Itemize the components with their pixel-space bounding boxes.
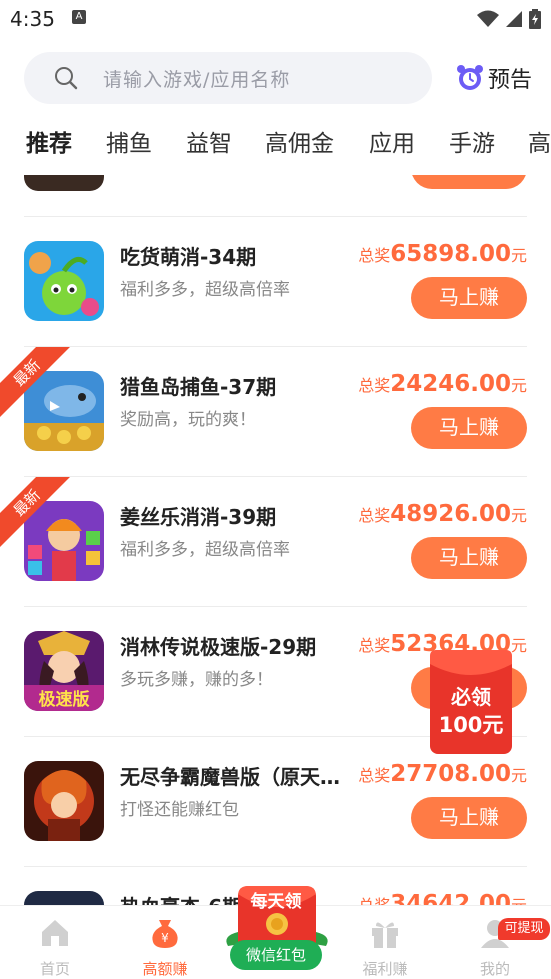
float-packet-line2: 100元 xyxy=(439,713,504,737)
prize-label: 总奖 xyxy=(358,636,391,655)
speed-edition-thumb-text: 极速版 xyxy=(39,689,90,710)
tab-more[interactable]: 高 xyxy=(528,124,551,158)
alarm-clock-icon xyxy=(457,65,483,90)
preview-button[interactable]: 预告 xyxy=(456,62,532,94)
game-subtitle: 福利多多，超级高倍率 xyxy=(120,280,290,300)
nav-high-earn-label: 高额赚 xyxy=(142,960,188,978)
new-badge: 最新 xyxy=(0,477,70,547)
tab-puzzle[interactable]: 益智 xyxy=(186,124,232,158)
daily-claim-banner: 每天领 xyxy=(250,892,302,912)
search-placeholder: 请输入游戏/应用名称 xyxy=(103,69,291,91)
game-title: 姜丝乐消消-39期 xyxy=(120,505,277,529)
float-packet-line1: 必领 xyxy=(450,685,491,709)
game-thumbnail xyxy=(24,241,104,321)
earn-button[interactable]: 马上赚 xyxy=(411,537,527,579)
prize-label: 总奖 xyxy=(358,376,391,395)
prize-total: 总奖24246.00元 xyxy=(358,371,527,397)
prize-total: 总奖34642.00元 xyxy=(358,891,527,905)
game-thumbnail: 极速版 xyxy=(24,631,104,711)
preview-label: 预告 xyxy=(488,68,533,93)
list-item[interactable]: 无尽争霸魔兽版（原天… 打怪还能赚红包 总奖27708.00元 马上赚 xyxy=(0,737,551,867)
prize-amount: 27708.00 xyxy=(390,761,511,787)
earn-button[interactable] xyxy=(411,175,527,189)
prize-label: 总奖 xyxy=(358,506,391,525)
earn-button[interactable]: 马上赚 xyxy=(411,797,527,839)
app-page: 4:35 A 请输入游戏/应用名称 预告 推荐 捕鱼 益智 高佣金 应用 手游 … xyxy=(0,0,551,979)
new-badge-label: 最新 xyxy=(0,347,70,417)
accessibility-icon: A xyxy=(72,10,86,24)
svg-text:¥: ¥ xyxy=(161,931,169,945)
prize-unit: 元 xyxy=(510,376,527,395)
withdraw-badge: 可提现 xyxy=(498,918,550,940)
status-time: 4:35 xyxy=(10,7,55,31)
game-title: 无尽争霸魔兽版（原天… xyxy=(120,765,340,789)
nav-welfare[interactable]: 福利赚 xyxy=(345,916,425,979)
prize-unit: 元 xyxy=(510,506,527,525)
gift-icon xyxy=(372,922,398,948)
tab-apps[interactable]: 应用 xyxy=(369,124,415,158)
prize-label: 总奖 xyxy=(358,896,390,905)
game-subtitle: 多玩多赚，赚的多！ xyxy=(120,670,273,690)
nav-me-label: 我的 xyxy=(479,960,510,978)
prize-amount: 65898.00 xyxy=(390,241,511,267)
tab-fishing[interactable]: 捕鱼 xyxy=(106,124,152,158)
game-subtitle: 打怪还能赚红包 xyxy=(120,800,239,820)
money-bag-icon: ¥ xyxy=(152,920,178,948)
prize-unit: 元 xyxy=(510,766,527,785)
prize-unit: 元 xyxy=(510,246,527,265)
game-subtitle: 福利多多，超级高倍率 xyxy=(120,540,290,560)
floating-red-packet[interactable]: 必领 100元 xyxy=(428,650,514,754)
tab-recommend[interactable]: 推荐 xyxy=(26,124,72,158)
prize-total: 总奖65898.00元 xyxy=(358,241,527,267)
prize-label: 总奖 xyxy=(358,766,391,785)
nav-high-earn[interactable]: ¥ 高额赚 xyxy=(125,916,205,979)
prize-amount: 34642.00 xyxy=(390,891,511,905)
game-thumbnail xyxy=(24,175,104,191)
wechat-red-packet-label[interactable]: 微信红包 xyxy=(230,940,322,970)
home-icon xyxy=(42,920,68,946)
prize-amount: 24246.00 xyxy=(390,371,511,397)
signal-icon xyxy=(506,11,522,27)
game-title: 吃货萌消-34期 xyxy=(120,245,257,269)
status-icons xyxy=(477,9,541,29)
battery-icon xyxy=(529,9,541,29)
prize-unit: 元 xyxy=(511,896,527,905)
nav-home-label: 首页 xyxy=(39,960,70,978)
prize-total: 总奖48926.00元 xyxy=(358,501,527,527)
new-badge-label: 最新 xyxy=(0,477,70,547)
prize-total: 总奖27708.00元 xyxy=(358,761,527,787)
earn-button[interactable]: 马上赚 xyxy=(411,277,527,319)
nav-home[interactable]: 首页 xyxy=(15,916,95,979)
game-title: 猎鱼岛捕鱼-37期 xyxy=(120,375,277,399)
new-badge: 最新 xyxy=(0,347,70,417)
list-item[interactable] xyxy=(0,175,551,217)
list-item[interactable]: 最新 姜丝乐消消-39期 福利多多，超级高倍率 总奖48926.00元 马上赚 xyxy=(0,477,551,607)
category-tabs: 推荐 捕鱼 益智 高佣金 应用 手游 高 xyxy=(0,124,551,168)
game-thumbnail xyxy=(24,891,104,905)
list-item[interactable]: 最新 猎鱼岛捕鱼-37期 奖励高，玩的爽！ 总奖24246.00元 马上赚 xyxy=(0,347,551,477)
nav-welfare-label: 福利赚 xyxy=(362,960,408,978)
game-title: 消林传说极速版-29期 xyxy=(120,635,317,659)
status-bar: 4:35 A xyxy=(0,0,551,38)
tab-mobile-games[interactable]: 手游 xyxy=(449,124,495,158)
search-input[interactable]: 请输入游戏/应用名称 xyxy=(24,52,432,104)
prize-amount: 48926.00 xyxy=(390,501,511,527)
game-list: 吃货萌消-34期 福利多多，超级高倍率 总奖65898.00元 马上赚 最新 猎… xyxy=(0,175,551,905)
search-icon xyxy=(55,67,78,90)
game-thumbnail xyxy=(24,761,104,841)
earn-button[interactable]: 马上赚 xyxy=(411,407,527,449)
list-item[interactable]: 吃货萌消-34期 福利多多，超级高倍率 总奖65898.00元 马上赚 xyxy=(0,217,551,347)
wifi-icon xyxy=(477,10,499,27)
tab-high-commission[interactable]: 高佣金 xyxy=(265,124,334,158)
game-subtitle: 奖励高，玩的爽！ xyxy=(120,410,256,430)
prize-label: 总奖 xyxy=(358,246,391,265)
